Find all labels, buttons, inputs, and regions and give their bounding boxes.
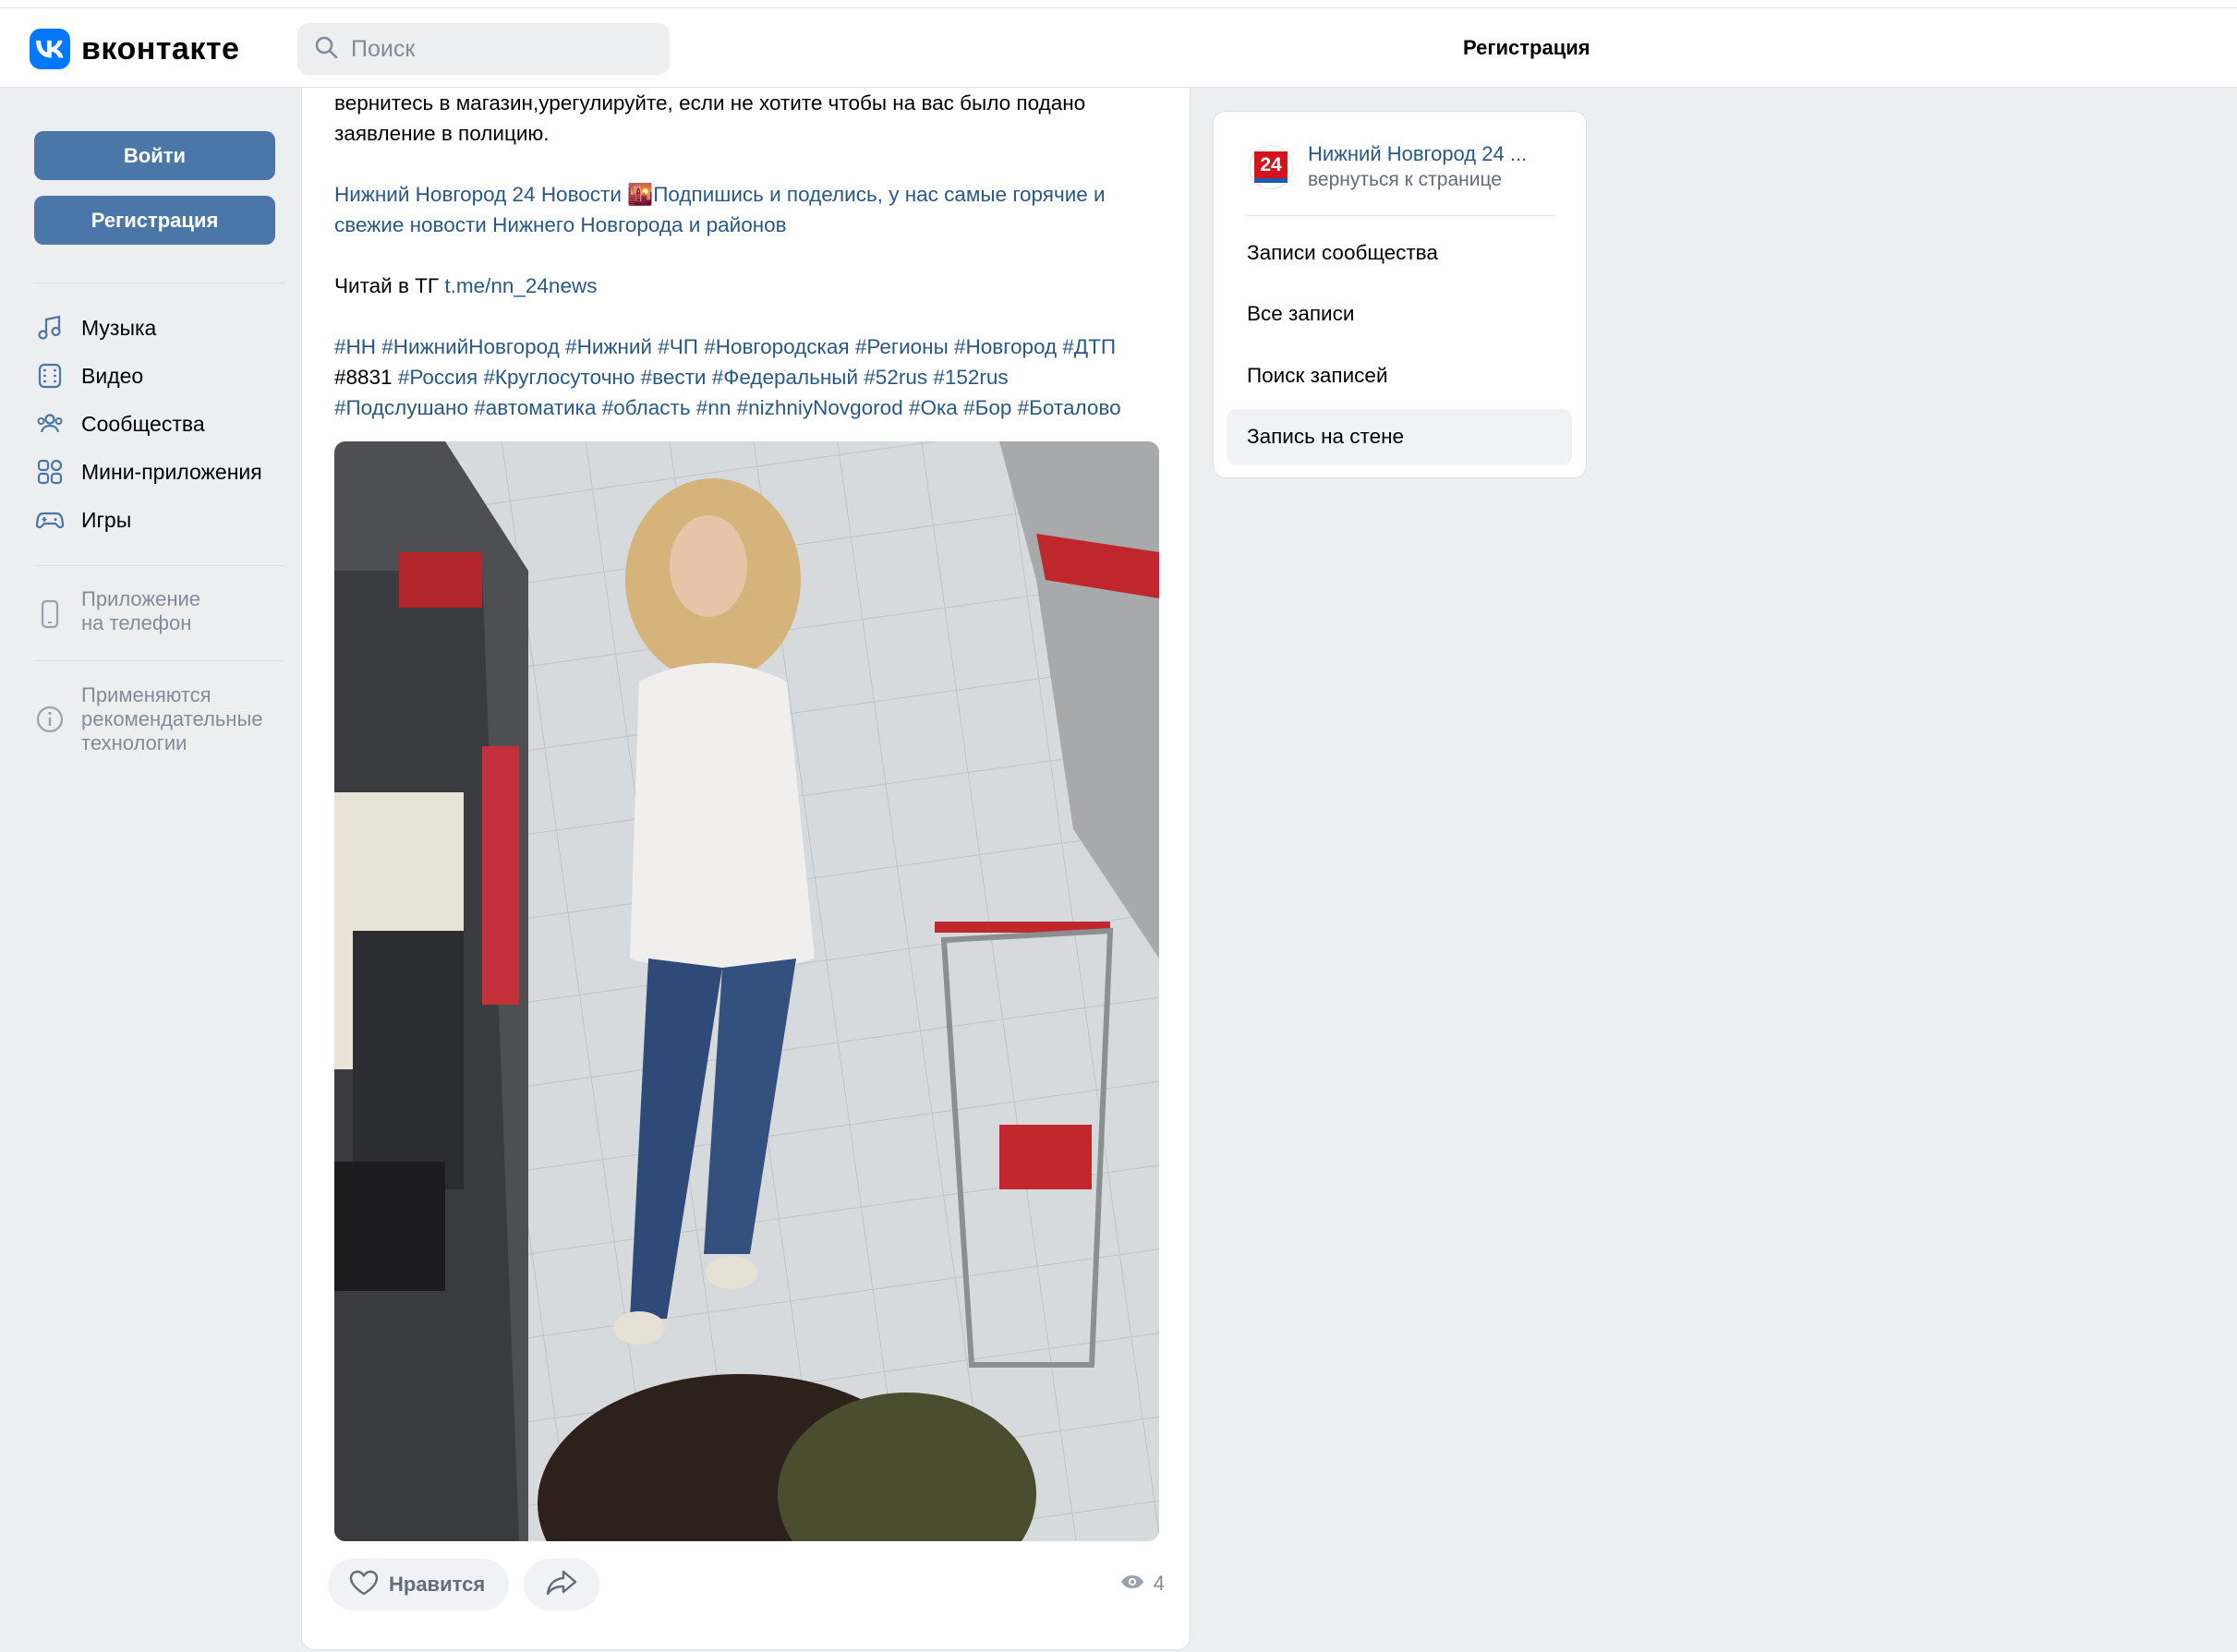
eye-icon — [1120, 1574, 1144, 1595]
sidebar-item-label: Сообщества — [81, 411, 205, 436]
phone-app-line2: на телефон — [81, 611, 192, 634]
music-icon — [34, 312, 66, 344]
hashtag-links[interactable]: #Подслушано #автоматика #область #nn #ni… — [334, 396, 1121, 419]
sidebar-item-video[interactable]: Видео — [34, 357, 143, 394]
tg-prefix: Читай в ТГ — [334, 274, 440, 297]
recommend-line2: рекомендательные — [81, 707, 263, 730]
sidebar-item-mini-apps[interactable]: Мини-приложения — [34, 453, 262, 490]
hashtag-plain: #8831 — [334, 366, 393, 389]
group-avatar-text: 24 — [1254, 151, 1288, 183]
panel-divider — [1247, 215, 1555, 216]
back-to-page-link[interactable]: вернуться к странице — [1308, 167, 1527, 193]
sunset-emoji: 🌇 — [627, 183, 654, 206]
group-avatar: 24 — [1249, 145, 1293, 189]
recommend-info-link[interactable]: Применяются рекомендательные технологии — [34, 683, 263, 755]
share-button[interactable] — [524, 1559, 599, 1610]
right-nav-panel: 24 Нижний Новгород 24 ... вернуться к ст… — [1213, 111, 1587, 478]
top-strip — [0, 0, 2237, 8]
recommend-line3: технологии — [81, 731, 187, 754]
post-text-line: заявление в полицию. — [334, 122, 550, 145]
sidebar-item-label: Мини-приложения — [81, 459, 262, 484]
search-input[interactable] — [351, 35, 647, 63]
phone-app-line1: Приложение — [81, 587, 201, 610]
sidebar-divider — [34, 565, 285, 566]
phone-icon — [34, 598, 66, 630]
menu-search-posts[interactable]: Поиск записей — [1227, 348, 1572, 404]
search-icon — [314, 35, 338, 64]
post-photo-image — [334, 441, 1159, 1541]
views-counter: 4 — [1120, 1572, 1165, 1596]
top-header: вконтакте Регистрация — [0, 8, 2237, 88]
search-box[interactable] — [297, 23, 670, 75]
logo-text: вконтакте — [81, 30, 240, 66]
recommend-line1: Применяются — [81, 683, 212, 706]
menu-wall-post[interactable]: Запись на стене — [1227, 409, 1572, 464]
post-hashtags: #НН #НижнийНовгород #Нижний #ЧП #Новгоро… — [334, 332, 1161, 423]
promo-link-line[interactable]: свежие новости Нижнего Новгорода и район… — [334, 213, 787, 236]
like-button[interactable]: Нравится — [328, 1559, 509, 1610]
group-mention-link[interactable]: Нижний Новгород 24 Новости — [334, 183, 622, 206]
hashtag-links[interactable]: #Россия #Круглосуточно #вести #Федеральн… — [398, 366, 1009, 389]
group-name[interactable]: Нижний Новгород 24 ... — [1308, 141, 1527, 167]
login-button[interactable]: Войти — [34, 131, 275, 180]
post-photo[interactable] — [334, 441, 1159, 1541]
telegram-link[interactable]: t.me/nn_24news — [444, 274, 597, 297]
menu-community-posts[interactable]: Записи сообщества — [1227, 225, 1572, 281]
games-icon — [34, 504, 66, 536]
recommend-label: Применяются рекомендательные технологии — [81, 683, 263, 755]
share-icon — [545, 1569, 578, 1601]
post-tg-line: Читай в ТГ t.me/nn_24news — [334, 271, 1161, 301]
hashtag-links[interactable]: #НН #НижнийНовгород #Нижний #ЧП #Новгоро… — [334, 335, 1116, 358]
group-info: Нижний Новгород 24 ... вернуться к стран… — [1308, 141, 1527, 193]
sidebar-item-label: Видео — [81, 363, 144, 388]
sidebar-item-communities[interactable]: Сообщества — [34, 405, 205, 442]
post-text-line: вернитесь в магазин,урегулируйте, если н… — [334, 91, 1086, 115]
post-actions: Нравится 4 — [328, 1559, 1165, 1610]
video-icon — [34, 360, 66, 392]
phone-app-label: Приложение на телефон — [81, 587, 200, 635]
vk-logo[interactable]: вконтакте — [30, 29, 239, 69]
info-icon — [34, 704, 66, 735]
header-register-link[interactable]: Регистрация — [1463, 36, 1590, 60]
group-link[interactable]: 24 Нижний Новгород 24 ... вернуться к ст… — [1249, 141, 1527, 193]
views-count: 4 — [1153, 1572, 1165, 1595]
like-label: Нравится — [389, 1573, 486, 1596]
sidebar-divider — [34, 660, 285, 661]
sidebar-item-label: Музыка — [81, 315, 157, 340]
register-button[interactable]: Регистрация — [34, 196, 275, 245]
post-body-text: вернитесь в магазин,урегулируйте, если н… — [334, 88, 1161, 149]
post-promo-text: Нижний Новгород 24 Новости 🌇Подпишись и … — [334, 179, 1161, 240]
promo-link-line[interactable]: Подпишись и поделись, у нас самые горячи… — [653, 183, 1105, 206]
sidebar-item-label: Игры — [81, 507, 132, 532]
wall-post: вернитесь в магазин,урегулируйте, если н… — [301, 88, 1191, 1650]
sidebar-item-music[interactable]: Музыка — [34, 309, 156, 346]
communities-icon — [34, 408, 66, 440]
vk-logo-icon — [30, 29, 70, 69]
sidebar-item-games[interactable]: Игры — [34, 501, 131, 538]
heart-icon — [348, 1569, 380, 1601]
phone-app-link[interactable]: Приложение на телефон — [34, 587, 200, 635]
menu-all-posts[interactable]: Все записи — [1227, 286, 1572, 342]
mini-apps-icon — [34, 456, 66, 488]
